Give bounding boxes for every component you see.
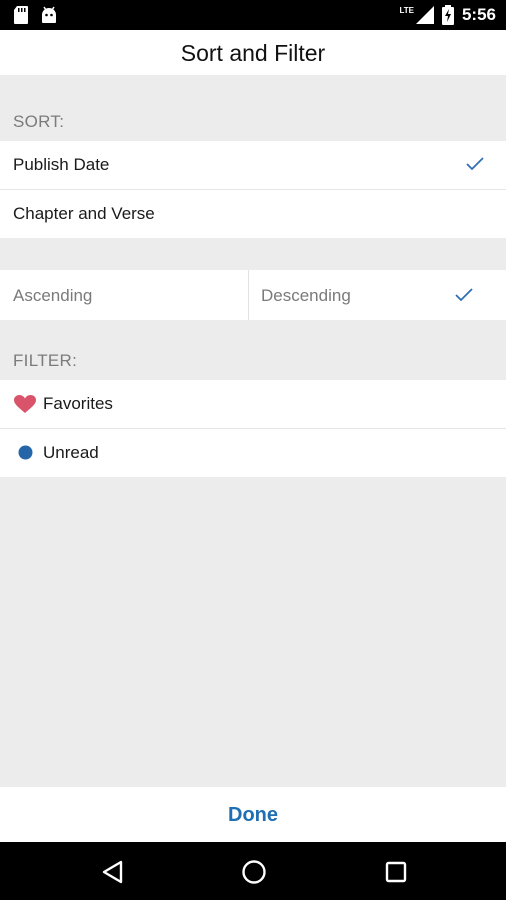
android-icon [42,6,56,23]
sort-option-label: Chapter and Verse [13,204,155,223]
filter-section-label: FILTER: [13,351,78,370]
filter-option-unread[interactable]: Unread [0,429,506,477]
sort-order-descending[interactable]: Descending [249,270,506,320]
network-type: LTE [399,5,414,15]
filter-option-label: Favorites [43,394,113,413]
done-button[interactable]: Done [228,804,278,826]
ascending-label: Ascending [13,286,93,305]
sort-option-chapter-and-verse[interactable]: Chapter and Verse [0,190,506,238]
heart-icon [14,395,36,413]
system-nav-bar [0,842,506,900]
dot-icon [18,445,33,460]
descending-label: Descending [261,286,351,305]
sort-option-publish-date[interactable]: Publish Date [0,141,506,189]
clock: 5:56 [461,5,496,24]
sort-option-label: Publish Date [13,155,110,174]
filter-option-label: Unread [43,443,99,462]
checkmark-icon [455,288,473,302]
recents-icon[interactable] [383,859,409,885]
page-title: Sort and Filter [0,30,506,75]
battery-icon [441,5,454,25]
signal-icon [415,6,434,24]
status-right: LTE 5:56 [399,5,496,25]
home-icon[interactable] [241,859,267,885]
notification-icons [14,6,58,24]
done-bar: Done [0,787,506,842]
sort-section-label: SORT: [13,112,65,131]
status-bar: LTE 5:56 [0,0,506,30]
filter-option-favorites[interactable]: Favorites [0,380,506,428]
sort-order-ascending[interactable]: Ascending [0,270,248,320]
checkmark-icon [466,157,484,171]
sort-order-segmented: Ascending Descending [0,270,506,320]
sd-card-icon [14,6,28,24]
back-icon[interactable] [100,859,126,885]
